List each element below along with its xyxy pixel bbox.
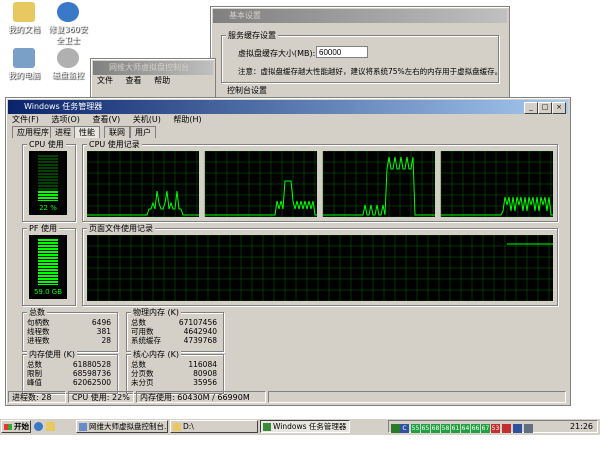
folder-icon bbox=[173, 423, 181, 431]
commit-limit-row: 限制 68598736 bbox=[27, 369, 111, 378]
cpu-history-graphs bbox=[87, 151, 553, 217]
tray-temp-icon[interactable]: 58 bbox=[441, 424, 450, 433]
tab-networking[interactable]: 联网 bbox=[104, 126, 130, 138]
clock: 21:26 bbox=[569, 422, 593, 431]
tray-cpu-icon[interactable]: C bbox=[400, 424, 409, 433]
kernel-paged-row: 分页数 80908 bbox=[131, 369, 217, 378]
menu-view[interactable]: 查看(V) bbox=[92, 115, 120, 124]
commit-charge-group: 内存使用 (K) 总数 61880528 限制 68598736 峰值 6206250… bbox=[22, 349, 118, 394]
shield-icon bbox=[57, 2, 79, 22]
menu-file[interactable]: 文件(F) bbox=[12, 115, 39, 124]
commit-peak-row: 峰值 62062500 bbox=[27, 378, 111, 387]
menu-help[interactable]: 帮助(H) bbox=[173, 115, 201, 124]
desktop-icon-disk-monitor[interactable]: 磁盘监控 bbox=[46, 48, 90, 81]
tray-temp-icon[interactable]: 65 bbox=[421, 424, 430, 433]
console-menubar: 文件 查看 帮助 bbox=[97, 75, 180, 86]
taskmgr-titlebar: Windows 任务管理器 _ □ × bbox=[8, 100, 568, 114]
settings-window: 基本设置 服务缓存设置 虚拟盘缓存大小(MB): 注意：虚拟盘缓存越大性能越好，… bbox=[210, 6, 510, 104]
cache-size-input[interactable] bbox=[316, 46, 368, 58]
physical-available-row: 可用数 4642940 bbox=[131, 327, 217, 336]
cache-group: 服务缓存设置 虚拟盘缓存大小(MB): 注意：虚拟盘缓存越大性能越好，建议将系统… bbox=[221, 30, 502, 83]
system-cache-row: 系统缓存 4739768 bbox=[131, 336, 217, 345]
desktop-icon-my-documents[interactable]: 我的文档 bbox=[2, 2, 46, 35]
processes-row: 进程数 28 bbox=[27, 336, 111, 345]
computer-icon bbox=[13, 48, 35, 68]
kernel-memory-group: 核心内存 (K) 总数 116084 分页数 80908 未分页 35956 bbox=[126, 349, 224, 394]
menu-help[interactable]: 帮助 bbox=[154, 76, 170, 85]
tab-users[interactable]: 用户 bbox=[130, 126, 156, 138]
taskbar: 开始 网维大师虚拟盘控制台... D:\ Windows 任务管理器 C 55 … bbox=[0, 418, 600, 435]
kernel-total-row: 总数 116084 bbox=[131, 360, 217, 369]
pf-history-group: 页面文件使用记录 bbox=[82, 223, 558, 306]
explorer-icon[interactable] bbox=[46, 422, 55, 431]
taskbar-button-taskmgr[interactable]: Windows 任务管理器 bbox=[260, 420, 350, 433]
threads-row: 线程数 381 bbox=[27, 327, 111, 336]
tab-processes[interactable]: 进程 bbox=[50, 126, 76, 138]
cpu-usage-meter: 22 % bbox=[29, 151, 67, 215]
disk-icon bbox=[57, 48, 79, 68]
taskbar-button-console[interactable]: 网维大师虚拟盘控制台... bbox=[76, 420, 168, 433]
folder-icon bbox=[13, 2, 35, 22]
ie-icon[interactable] bbox=[34, 422, 43, 431]
status-bar: 进程数: 28 CPU 使用: 22% 内存使用: 60430M / 66990… bbox=[8, 391, 566, 403]
physical-total-row: 总数 67107456 bbox=[131, 318, 217, 327]
tab-applications[interactable]: 应用程序 bbox=[12, 126, 54, 138]
console-titlebar: 网维大师虚拟盘控制台 V5.0.0.0 bbox=[93, 61, 213, 86]
pf-history-graph bbox=[87, 235, 553, 301]
handles-row: 句柄数 6496 bbox=[27, 318, 111, 327]
tray-temp-icon[interactable]: 64 bbox=[461, 424, 470, 433]
maximize-button[interactable]: □ bbox=[538, 102, 552, 114]
system-tray: C 55 65 68 58 61 64 66 67 53 21:26 bbox=[388, 420, 598, 433]
kernel-nonpaged-row: 未分页 35956 bbox=[131, 378, 217, 387]
physical-memory-group: 物理内存 (K) 总数 67107456 可用数 4642940 系统缓存 47397… bbox=[126, 307, 224, 352]
menu-view[interactable]: 查看 bbox=[126, 76, 142, 85]
desktop-icon-360[interactable]: 修复360安全卫士 bbox=[46, 2, 90, 46]
task-manager-window: Windows 任务管理器 _ □ × 文件(F) 选项(O) 查看(V) 关机… bbox=[5, 97, 571, 406]
tray-temp-icon[interactable]: 68 bbox=[431, 424, 440, 433]
desktop-icon-my-computer[interactable]: 我的电脑 bbox=[2, 48, 46, 81]
tray-monitor-icon[interactable] bbox=[391, 424, 400, 433]
totals-group: 总数 句柄数 6496 线程数 381 进程数 28 bbox=[22, 307, 118, 352]
tray-temp-icon[interactable]: 55 bbox=[411, 424, 420, 433]
pf-usage-meter: 59.0 GB bbox=[29, 235, 67, 299]
taskmgr-menubar: 文件(F) 选项(O) 查看(V) 关机(U) 帮助(H) bbox=[12, 114, 212, 125]
pf-usage-group: PF 使用 59.0 GB bbox=[22, 223, 76, 306]
tray-temp-icon[interactable]: 66 bbox=[471, 424, 480, 433]
tray-volume-icon[interactable] bbox=[524, 424, 533, 433]
close-button[interactable]: × bbox=[552, 102, 566, 114]
taskbar-button-drive-d[interactable]: D:\ bbox=[170, 420, 258, 433]
tray-network-icon[interactable] bbox=[513, 424, 522, 433]
start-button[interactable]: 开始 bbox=[1, 420, 31, 433]
app-icon bbox=[79, 423, 87, 431]
tray-temp-icon[interactable]: 61 bbox=[451, 424, 460, 433]
menu-options[interactable]: 选项(O) bbox=[51, 115, 80, 124]
tab-strip: 应用程序 进程 性能 联网 用户 bbox=[12, 126, 212, 138]
tray-alert-icon[interactable] bbox=[502, 424, 511, 433]
tab-performance[interactable]: 性能 bbox=[74, 126, 100, 138]
windows-logo-icon bbox=[4, 424, 12, 430]
tray-temp-icon[interactable]: 67 bbox=[481, 424, 490, 433]
menu-shutdown[interactable]: 关机(U) bbox=[133, 115, 161, 124]
settings-titlebar: 基本设置 bbox=[213, 9, 507, 23]
commit-total-row: 总数 61880528 bbox=[27, 360, 111, 369]
minimize-button[interactable]: _ bbox=[524, 102, 538, 114]
taskmgr-icon bbox=[263, 423, 271, 431]
cpu-usage-group: CPU 使用 22 % bbox=[22, 139, 76, 222]
cpu-history-group: CPU 使用记录 bbox=[82, 139, 558, 222]
menu-file[interactable]: 文件 bbox=[97, 76, 113, 85]
tray-temp-icon[interactable]: 53 bbox=[491, 424, 500, 433]
